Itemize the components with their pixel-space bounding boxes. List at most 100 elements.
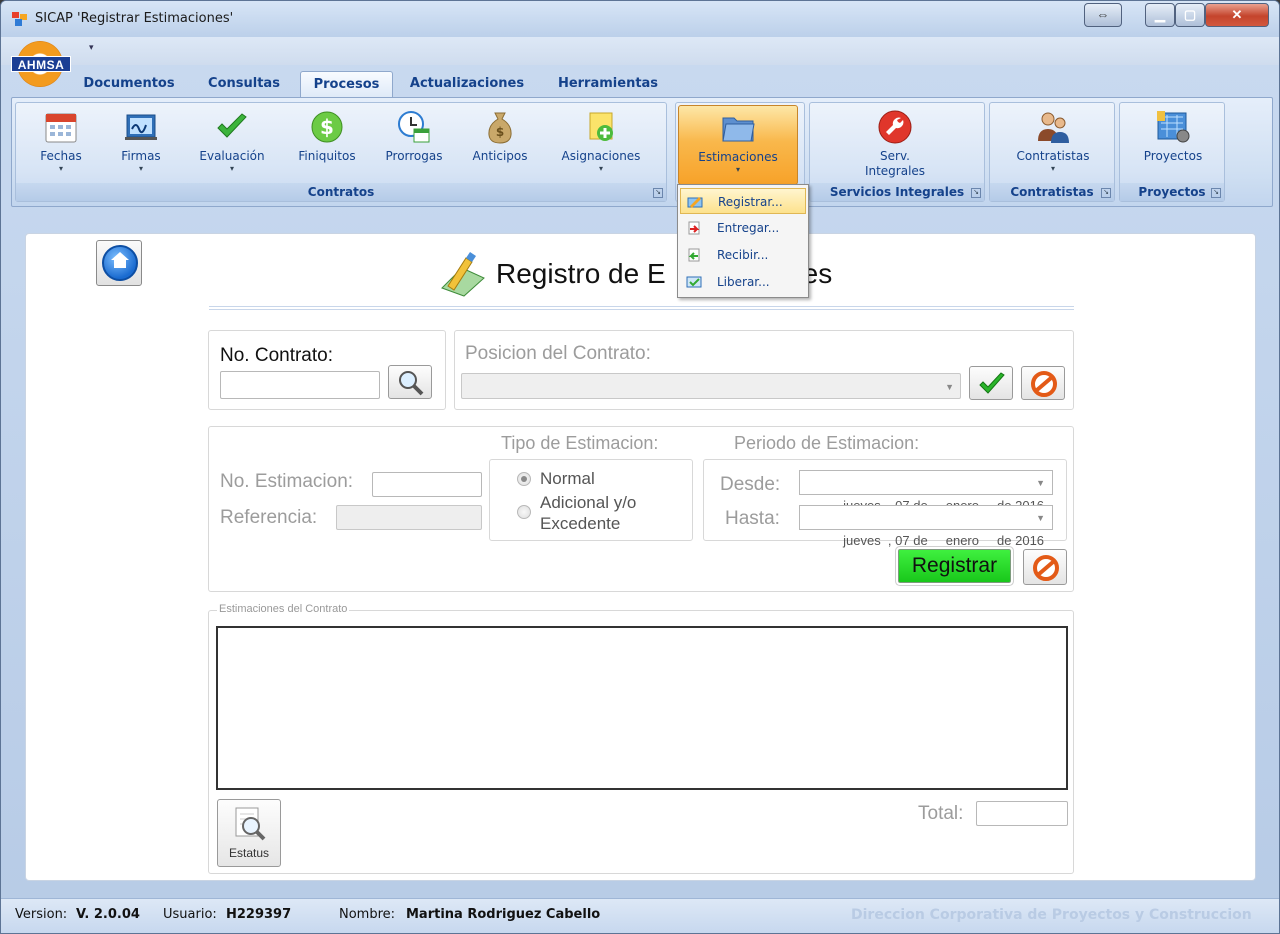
referencia-input[interactable] [336,505,482,530]
group-servicios-integrales: Serv. Integrales Servicios Integrales ↘ [809,102,985,202]
radio-adicional-label-1: Adicional y/o [540,493,637,512]
chevron-down-icon: ▾ [58,164,63,173]
quick-access-dropdown-icon[interactable]: ▾ [89,42,94,53]
serv-integrales-button[interactable]: Serv. Integrales [860,109,930,179]
group-label-contratistas: Contratistas [990,183,1114,201]
estatus-button[interactable]: Estatus [217,799,281,867]
menu-item-liberar[interactable]: Liberar... [680,269,806,295]
confirm-posicion-button[interactable] [969,366,1013,400]
radio-adicional[interactable] [517,505,531,519]
radio-normal[interactable] [517,472,531,486]
contract-box: No. Contrato: [208,330,446,410]
no-estimacion-input[interactable] [372,472,482,497]
usuario-label: Usuario: [163,907,217,922]
magnifier-icon [399,371,424,396]
estimation-box: No. Estimacion: Referencia: Tipo de Esti… [208,426,1074,592]
desde-datepicker[interactable]: jueves , 07 de enero de 2016 ▼ [799,470,1053,513]
proyectos-button[interactable]: Proyectos [1134,109,1212,164]
menu-item-liberar-label: Liberar... [717,275,770,289]
menu-item-registrar[interactable]: Registrar... [680,188,806,214]
checkmark-icon [217,113,247,138]
chevron-down-icon: ▾ [598,164,603,173]
minimize-button[interactable]: ▁ [1145,3,1175,27]
checkmark-icon [979,372,1005,394]
nombre-label: Nombre: [339,907,396,922]
nombre-value: Martina Rodriguez Cabello [406,907,601,922]
no-estimacion-label: No. Estimacion: [220,471,354,492]
title-divider [209,306,1074,310]
desde-label: Desde: [720,474,781,495]
usuario-value: H229397 [226,907,292,922]
dialog-launcher-icon[interactable]: ↘ [1101,188,1111,198]
search-contrato-button[interactable] [388,365,432,399]
cancel-registro-button[interactable] [1023,549,1067,585]
wrench-icon [878,110,912,144]
prorrogas-label: Prorrogas [385,149,443,163]
firmas-label: Firmas [121,149,161,163]
maximize-button[interactable]: ▢ [1175,3,1205,27]
anticipos-label: Anticipos [472,149,528,163]
menu-item-entregar-label: Entregar... [717,221,780,235]
close-button[interactable]: ✕ [1205,3,1269,27]
prorrogas-button[interactable]: Prorrogas [379,109,449,164]
dialog-launcher-icon[interactable]: ↘ [971,188,981,198]
tab-actualizaciones[interactable]: Actualizaciones [401,71,533,97]
tab-herramientas[interactable]: Herramientas [547,71,669,97]
cancel-icon [1033,555,1059,581]
money-bag-icon: $ [488,112,512,144]
fechas-button[interactable]: Fechas ▾ [26,109,96,174]
anticipos-button[interactable]: $ Anticipos [465,109,535,164]
estimaciones-menu: Registrar... Entregar... Recibir... Libe… [677,184,809,298]
window-title: SICAP 'Registrar Estimaciones' [35,11,234,26]
menu-item-recibir[interactable]: Recibir... [680,242,806,268]
finiquitos-label: Finiquitos [298,149,356,163]
group-contratistas: Contratistas ▾ Contratistas ↘ [989,102,1115,202]
tab-documentos[interactable]: Documentos [73,71,185,97]
asignaciones-button[interactable]: Asignaciones ▾ [556,109,646,174]
posicion-select[interactable]: ▼ [461,373,961,399]
register-icon [687,197,703,208]
home-button[interactable] [96,240,142,286]
registrar-button[interactable]: Registrar [896,547,1013,585]
hasta-datepicker[interactable]: jueves , 07 de enero de 2016 ▼ [799,505,1053,548]
estimaciones-button[interactable]: Estimaciones ▾ [678,105,798,185]
chevron-down-icon: ▼ [945,382,954,392]
people-icon [1038,112,1069,143]
chevron-down-icon: ▾ [1050,164,1055,173]
dialog-launcher-icon[interactable]: ↘ [653,188,663,198]
contratistas-button[interactable]: Contratistas ▾ [1008,109,1098,174]
firmas-button[interactable]: Firmas ▾ [106,109,176,174]
total-field [976,801,1068,826]
menu-item-recibir-label: Recibir... [717,248,769,262]
group-label-proyectos: Proyectos [1120,183,1224,201]
no-contrato-input[interactable] [220,371,380,399]
contratistas-label: Contratistas [1016,149,1090,163]
finiquitos-button[interactable]: $ Finiquitos [292,109,362,164]
posicion-label: Posicion del Contrato: [465,343,651,364]
periodo-estimacion-label: Periodo de Estimacion: [734,433,920,453]
tab-consultas[interactable]: Consultas [197,71,291,97]
estimaciones-list[interactable] [216,626,1068,790]
quick-access-toolbar [1,37,1279,65]
group-contratos: Fechas ▾ Firmas ▾ Evaluación ▾ $ Finiqui… [15,102,667,202]
page-title-text: Registro de E [496,258,666,289]
restore-down-button[interactable]: ⇔ [1084,3,1122,27]
menu-item-entregar[interactable]: Entregar... [680,215,806,241]
svg-text:$: $ [496,125,504,139]
tipo-estimacion-group: Normal Adicional y/o Excedente [489,459,693,541]
ribbon: Fechas ▾ Firmas ▾ Evaluación ▾ $ Finiqui… [11,97,1273,207]
cancel-posicion-button[interactable] [1021,366,1065,400]
tab-procesos[interactable]: Procesos [300,71,393,97]
hasta-label: Hasta: [725,508,780,529]
ribbon-tabs: Documentos Consultas Procesos Actualizac… [1,69,1279,97]
main-panel: Registro de Ees No. Contrato: Posicion d… [25,233,1256,881]
chevron-down-icon: ▼ [1036,478,1045,488]
radio-normal-label: Normal [540,469,595,488]
dialog-launcher-icon[interactable]: ↘ [1211,188,1221,198]
radio-adicional-label-2: Excedente [540,514,621,533]
blueprint-icon [1157,111,1190,143]
tipo-estimacion-label: Tipo de Estimacion: [501,433,659,453]
evaluacion-button[interactable]: Evaluación ▾ [194,109,270,174]
signature-icon [125,114,157,140]
estimaciones-fieldset: Estimaciones del Contrato Estatus Total: [208,603,1074,874]
